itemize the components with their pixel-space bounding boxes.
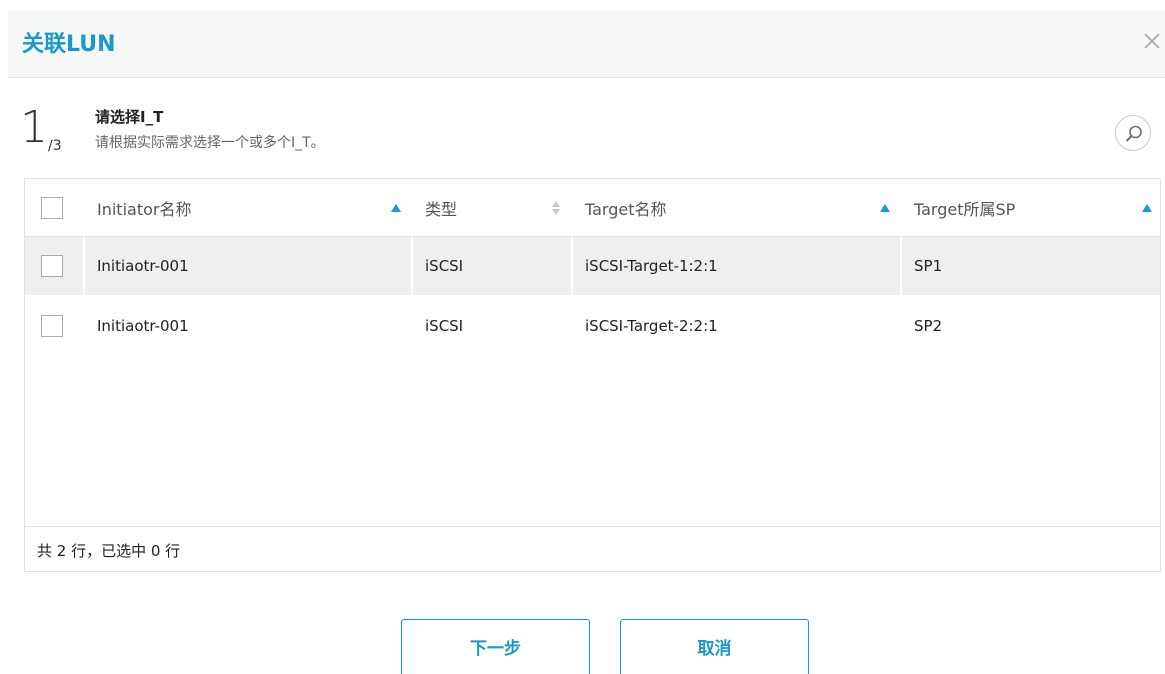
cell-target: iSCSI-Target-2:2:1 xyxy=(585,317,718,335)
table-header: Initiator名称 类型 Target名称 Target所属SP xyxy=(25,179,1160,237)
next-step-button[interactable]: 下一步 xyxy=(401,619,590,674)
cell-type: iSCSI xyxy=(425,317,464,335)
col-target-sp[interactable]: Target所属SP xyxy=(914,179,1154,236)
step-total: /3 xyxy=(48,138,62,154)
cell-initiator: Initiaotr-001 xyxy=(97,317,189,335)
select-all-checkbox[interactable] xyxy=(41,196,63,219)
sort-asc-icon xyxy=(391,204,401,212)
row-checkbox[interactable] xyxy=(41,315,63,337)
sort-asc-icon xyxy=(1142,204,1152,212)
table-row[interactable]: Initiaotr-001 iSCSI iSCSI-Target-2:2:1 S… xyxy=(25,297,1160,355)
step-description: 请根据实际需求选择一个或多个I_T。 xyxy=(95,135,325,151)
step-title: 请选择I_T xyxy=(95,108,164,126)
cell-initiator: Initiaotr-001 xyxy=(97,257,189,275)
associate-lun-dialog: 关联LUN 1 /3 请选择I_T 请根据实际需求选择一个或多个I_T。 Ini… xyxy=(0,0,1165,674)
cell-sp: SP1 xyxy=(914,257,943,275)
search-icon[interactable] xyxy=(1115,115,1151,151)
it-table: Initiator名称 类型 Target名称 Target所属SP Initi… xyxy=(24,178,1161,572)
col-initiator-name[interactable]: Initiator名称 xyxy=(97,179,417,236)
row-checkbox[interactable] xyxy=(41,255,63,277)
row-count-summary: 共 2 行，已选中 0 行 xyxy=(37,542,181,560)
cell-type: iSCSI xyxy=(425,257,464,275)
cell-target: iSCSI-Target-1:2:1 xyxy=(585,257,718,275)
cancel-button[interactable]: 取消 xyxy=(620,619,809,674)
dialog-title: 关联LUN xyxy=(22,32,116,57)
sort-icon xyxy=(552,201,560,215)
dialog-header: 关联LUN xyxy=(8,10,1165,78)
col-target-name[interactable]: Target名称 xyxy=(585,179,895,236)
table-footer: 共 2 行，已选中 0 行 xyxy=(25,526,1160,571)
close-icon[interactable] xyxy=(1141,28,1163,54)
sort-asc-icon xyxy=(880,204,890,212)
cell-sp: SP2 xyxy=(914,317,943,335)
col-type[interactable]: 类型 xyxy=(425,179,575,236)
table-row[interactable]: Initiaotr-001 iSCSI iSCSI-Target-1:2:1 S… xyxy=(25,237,1160,295)
step-current: 1 xyxy=(20,102,48,153)
